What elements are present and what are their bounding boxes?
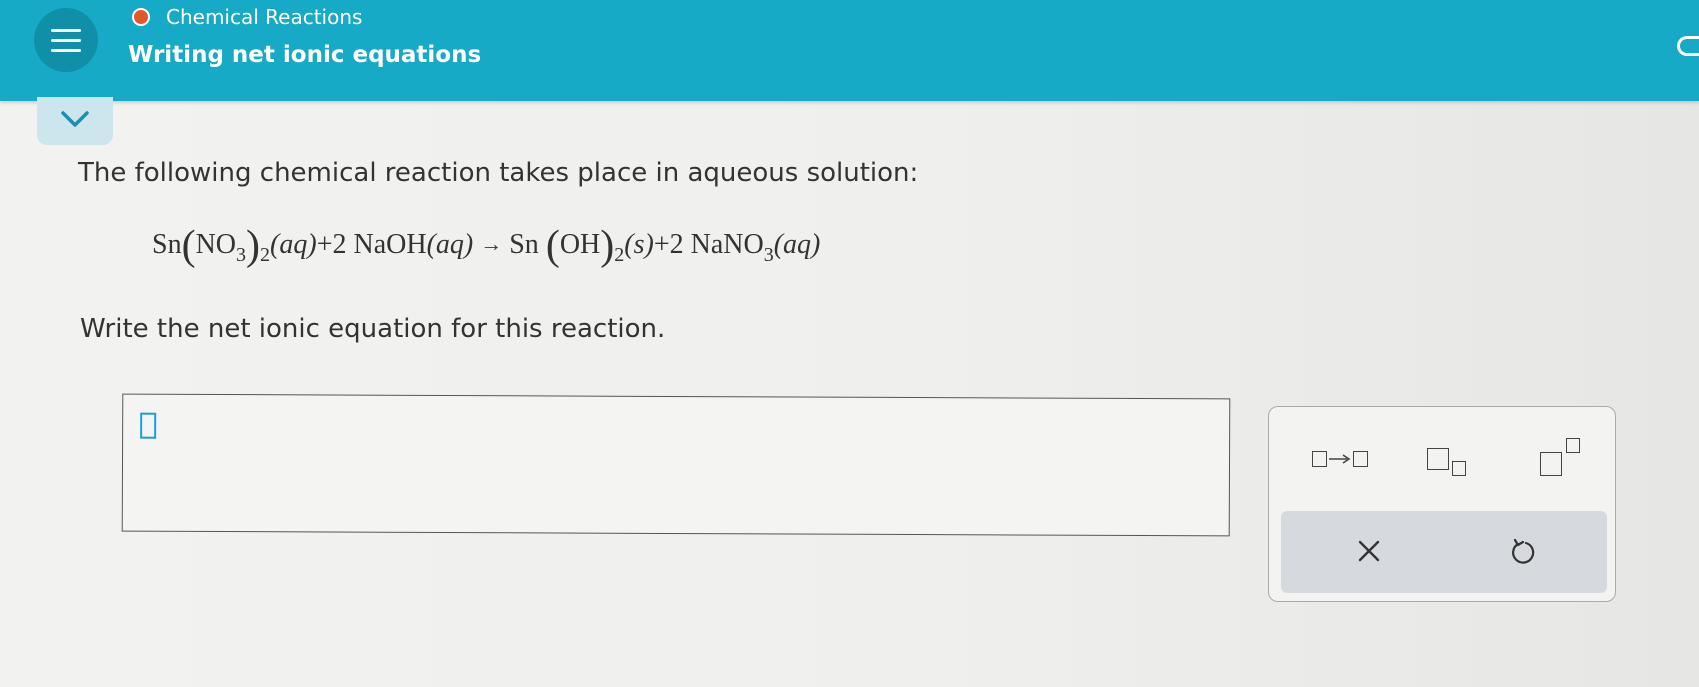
- superscript-icon: [1540, 438, 1580, 476]
- eq-reactant2: NaOH: [353, 229, 427, 260]
- math-palette: [1268, 406, 1616, 602]
- question-prompt: The following chemical reaction takes pl…: [78, 158, 919, 188]
- subscript-button[interactable]: [1419, 439, 1473, 479]
- collapse-button[interactable]: [37, 97, 113, 145]
- superscript-button[interactable]: [1533, 438, 1587, 479]
- eq-plus: +: [316, 229, 333, 260]
- eq-state: (aq): [270, 229, 317, 260]
- eq-reactant1-ion: NO: [195, 229, 237, 260]
- eq-paren-open: (: [545, 223, 560, 269]
- reaction-arrow-button[interactable]: [1301, 439, 1379, 479]
- side-panel-icon[interactable]: [1677, 36, 1699, 56]
- topic-label: Chemical Reactions: [166, 5, 363, 29]
- eq-plus: +: [653, 229, 670, 260]
- chemical-equation: Sn(NO3)2(aq)+2 NaOH(aq) → Sn (OH)2(s)+2 …: [152, 222, 820, 282]
- eq-product2: NaNO: [690, 229, 764, 260]
- reaction-arrow-icon: [1312, 451, 1368, 467]
- eq-subscript: 2: [614, 244, 625, 266]
- eq-state: (aq): [773, 229, 821, 260]
- eq-arrow: →: [480, 231, 503, 256]
- action-bar: [1281, 511, 1607, 593]
- eq-subscript: 3: [236, 244, 247, 266]
- page-title: Writing net ionic equations: [128, 42, 482, 68]
- menu-icon-line: [51, 39, 81, 42]
- question-instruction: Write the net ionic equation for this re…: [80, 314, 666, 344]
- eq-subscript: 2: [260, 244, 271, 266]
- eq-coefficient: 2: [332, 229, 347, 260]
- undo-button[interactable]: [1503, 531, 1543, 571]
- menu-button[interactable]: [34, 8, 98, 72]
- eq-paren-close: ): [600, 223, 615, 269]
- answer-input[interactable]: [121, 393, 1231, 537]
- clear-icon: [1358, 540, 1380, 562]
- chevron-down-icon: [61, 111, 89, 127]
- eq-product1-ion: OH: [559, 229, 601, 260]
- undo-icon: [1512, 538, 1535, 564]
- clear-button[interactable]: [1349, 531, 1389, 571]
- eq-state: (aq): [426, 229, 474, 260]
- menu-icon: [51, 29, 81, 32]
- eq-coefficient: 2: [669, 229, 684, 260]
- eq-subscript: 3: [763, 244, 774, 266]
- input-cursor: [140, 412, 157, 439]
- eq-paren-open: (: [181, 223, 196, 269]
- eq-paren-close: ): [246, 223, 261, 269]
- header-bar: Chemical Reactions Writing net ionic equ…: [0, 0, 1699, 101]
- subscript-icon: [1426, 448, 1466, 476]
- eq-reactant1-element: Sn: [152, 229, 182, 260]
- eq-product1-element: Sn: [509, 229, 539, 260]
- status-dot-icon: [132, 8, 150, 26]
- menu-icon-line: [51, 49, 81, 52]
- eq-state: (s): [624, 229, 654, 260]
